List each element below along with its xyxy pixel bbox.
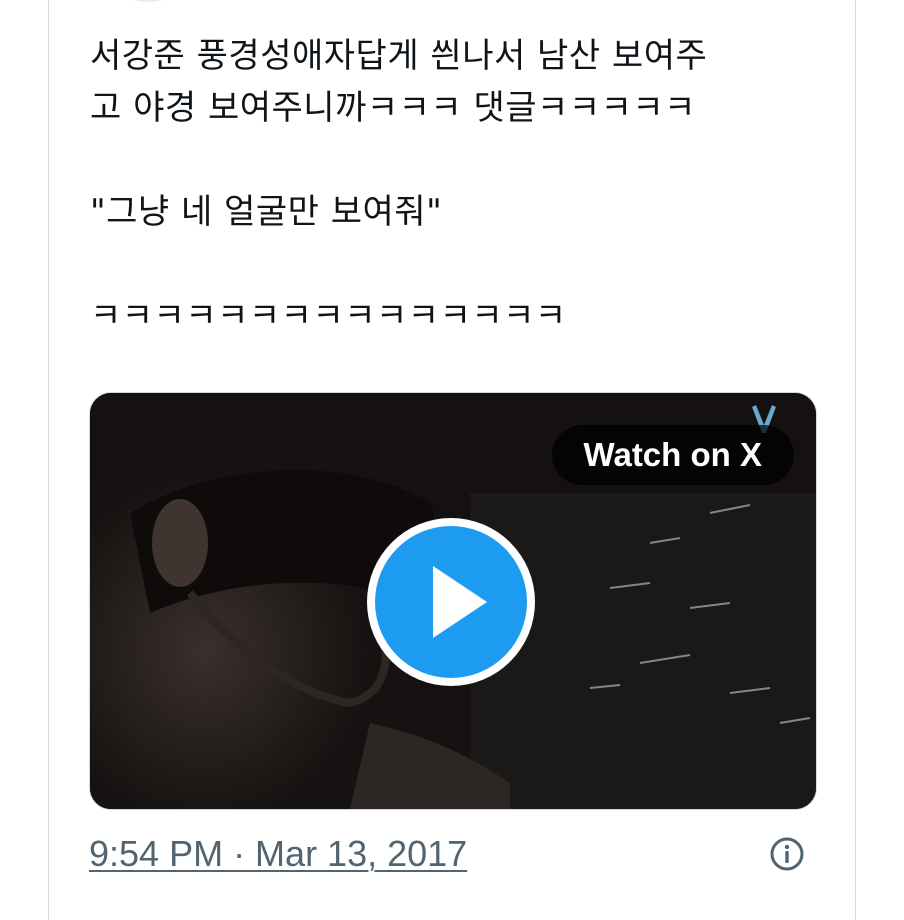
tweet-line-1: 서강준 풍경성애자답게 씐나서 남산 보여주: [90, 36, 708, 76]
tweet-text: 서강준 풍경성애자답게 씐나서 남산 보여주 고 야경 보여주니까ㅋㅋㅋ 댓글ㅋ…: [90, 30, 820, 342]
watch-on-x-button[interactable]: Watch on X: [551, 425, 794, 485]
tweet-line-3: "그냥 네 얼굴만 보여줘": [90, 192, 443, 232]
info-icon[interactable]: [769, 836, 805, 872]
timestamp-link[interactable]: 9:54 PM · Mar 13, 2017: [89, 832, 467, 876]
watch-on-x-label: Watch on X: [583, 436, 762, 473]
tweet-meta: 9:54 PM · Mar 13, 2017: [89, 832, 815, 876]
play-icon[interactable]: [363, 514, 539, 690]
tweet-line-4: ㅋㅋㅋㅋㅋㅋㅋㅋㅋㅋㅋㅋㅋㅋㅋ: [90, 296, 567, 336]
tweet-line-2: 고 야경 보여주니까ㅋㅋㅋ 댓글ㅋㅋㅋㅋㅋ: [90, 88, 696, 128]
video-player[interactable]: Watch on X: [89, 392, 817, 810]
